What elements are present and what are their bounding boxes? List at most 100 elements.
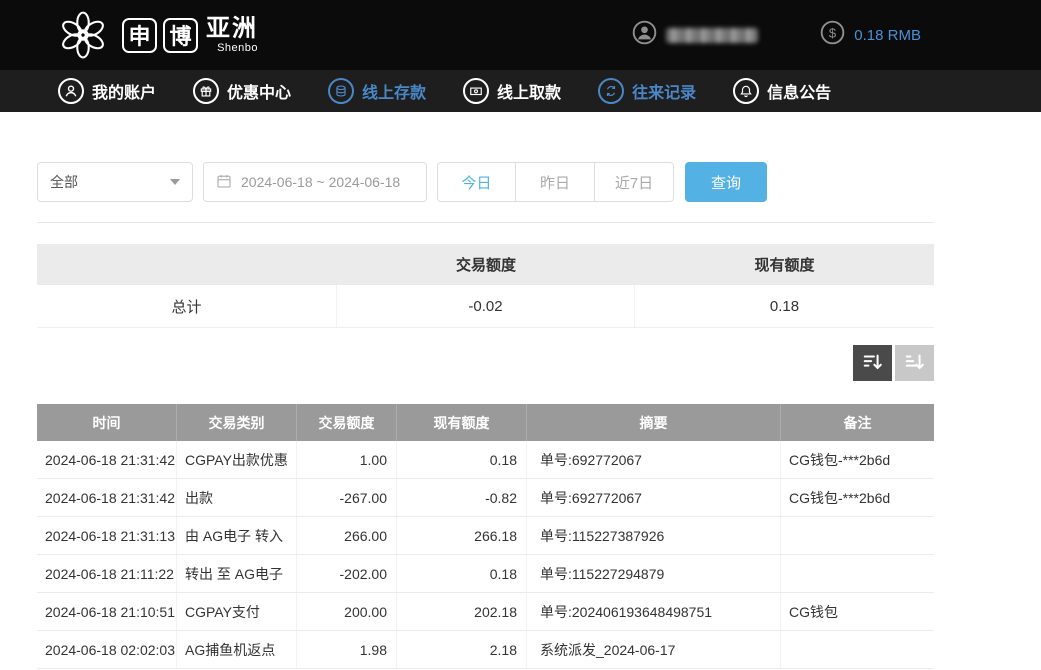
cell-amount: 200.00 (297, 593, 397, 630)
cell-type: 由 AG电子 转入 (177, 517, 297, 554)
cell-summary: 单号:115227294879 (527, 555, 781, 592)
cell-type: CGPAY出款优惠 (177, 441, 297, 478)
cell-amount: 266.00 (297, 517, 397, 554)
summary-table: 交易额度 现有额度 总计 -0.02 0.18 (37, 244, 934, 328)
cell-time: 2024-06-18 21:31:42 (37, 479, 177, 516)
records-table: 时间 交易类别 交易额度 现有额度 摘要 备注 2024-06-18 21:31… (37, 404, 934, 669)
cell-summary: 单号:202406193648498751 (527, 593, 781, 630)
nav-item-transaction-records[interactable]: 往来记录 (598, 78, 696, 104)
table-row: 2024-06-18 21:11:22 转出 至 AG电子 -202.00 0.… (37, 555, 934, 593)
chevron-down-icon (170, 179, 180, 185)
calendar-icon (216, 173, 232, 192)
divider (37, 222, 934, 223)
cell-time: 2024-06-18 21:10:51 (37, 593, 177, 630)
nav-label: 我的账户 (92, 79, 156, 103)
user-avatar-icon (632, 20, 657, 50)
user-account-chip[interactable] (632, 20, 758, 50)
deposit-icon (328, 78, 354, 104)
col-amount: 交易额度 (297, 404, 397, 441)
col-balance: 现有额度 (397, 404, 527, 441)
nav-item-online-deposit[interactable]: 线上存款 (328, 78, 426, 104)
cell-amount: -202.00 (297, 555, 397, 592)
cell-type: 出款 (177, 479, 297, 516)
col-note: 备注 (781, 404, 934, 441)
table-row: 2024-06-18 21:31:42 出款 -267.00 -0.82 单号:… (37, 479, 934, 517)
type-filter-value: 全部 (50, 172, 78, 192)
main-nav: 我的账户 优惠中心 线上存款 线上取款 (0, 70, 1041, 112)
cell-note (781, 517, 934, 554)
cell-summary: 单号:692772067 (527, 441, 781, 478)
col-summary: 摘要 (527, 404, 781, 441)
logo-char-box: 博 (163, 18, 198, 53)
cell-time: 2024-06-18 21:31:42 (37, 441, 177, 478)
table-row: 2024-06-18 21:10:51 CGPAY支付 200.00 202.1… (37, 593, 934, 631)
type-filter-select[interactable]: 全部 (37, 162, 193, 202)
logo-subtitle: Shenbo (206, 42, 258, 54)
quick-range-group: 今日 昨日 近7日 (437, 162, 674, 202)
cell-time: 2024-06-18 21:11:22 (37, 555, 177, 592)
date-range-input[interactable]: 2024-06-18 ~ 2024-06-18 (203, 162, 427, 202)
logo-char-box: 申 (122, 18, 157, 53)
summary-header-row: 交易额度 现有额度 (37, 244, 934, 285)
dollar-icon: $ (820, 20, 845, 50)
table-row: 2024-06-18 21:31:42 CGPAY出款优惠 1.00 0.18 … (37, 441, 934, 479)
cell-balance: 0.18 (397, 555, 527, 592)
balance-text: 0.18 RMB (854, 27, 921, 44)
quick-range-today-button[interactable]: 今日 (437, 162, 516, 202)
filter-bar: 全部 2024-06-18 ~ 2024-06-18 今日 昨日 近7日 查询 (37, 162, 934, 202)
gift-icon (193, 78, 219, 104)
sort-descending-button[interactable] (853, 345, 892, 381)
nav-label: 线上取款 (497, 79, 561, 103)
cell-amount: 1.00 (297, 441, 397, 478)
col-type: 交易类别 (177, 404, 297, 441)
transfer-records-icon (598, 78, 624, 104)
summary-total-current-balance: 0.18 (635, 285, 934, 327)
nav-item-promotions[interactable]: 优惠中心 (193, 78, 291, 104)
records-header-row: 时间 交易类别 交易额度 现有额度 摘要 备注 (37, 404, 934, 441)
nav-item-announcements[interactable]: 信息公告 (733, 78, 831, 104)
cell-balance: 2.18 (397, 631, 527, 668)
logo-flower-icon (58, 10, 108, 60)
nav-label: 优惠中心 (227, 79, 291, 103)
cell-amount: -267.00 (297, 479, 397, 516)
date-range-value: 2024-06-18 ~ 2024-06-18 (241, 174, 400, 190)
sort-descending-icon (862, 351, 884, 376)
nav-label: 信息公告 (767, 79, 831, 103)
cell-amount: 1.98 (297, 631, 397, 668)
cell-note: CG钱包 (781, 593, 934, 630)
table-row: 2024-06-18 02:02:03 AG捕鱼机返点 1.98 2.18 系统… (37, 631, 934, 669)
username-redacted (666, 28, 758, 43)
nav-label: 线上存款 (362, 79, 426, 103)
svg-text:$: $ (829, 25, 837, 40)
summary-total-transaction-amount: -0.02 (337, 285, 635, 327)
cell-balance: 0.18 (397, 441, 527, 478)
cell-balance: 202.18 (397, 593, 527, 630)
cell-note (781, 555, 934, 592)
sort-ascending-icon (904, 351, 926, 376)
quick-range-yesterday-button[interactable]: 昨日 (516, 162, 595, 202)
top-header: 申 博 亚洲 Shenbo $ 0.18 RMB (0, 0, 1041, 70)
cell-note (781, 631, 934, 668)
logo[interactable]: 申 博 亚洲 Shenbo (58, 10, 258, 60)
nav-item-online-withdrawal[interactable]: 线上取款 (463, 78, 561, 104)
col-time: 时间 (37, 404, 177, 441)
summary-total-label: 总计 (37, 285, 337, 327)
summary-col-current-balance: 现有额度 (635, 254, 934, 275)
cell-balance: -0.82 (397, 479, 527, 516)
nav-item-my-account[interactable]: 我的账户 (58, 78, 156, 104)
announcement-bell-icon (733, 78, 759, 104)
cell-summary: 系统派发_2024-06-17 (527, 631, 781, 668)
sort-ascending-button[interactable] (895, 345, 934, 381)
logo-region: 亚洲 Shenbo (206, 16, 258, 53)
logo-region-text: 亚洲 (206, 16, 258, 41)
search-button[interactable]: 查询 (685, 162, 767, 202)
sort-bar (37, 345, 934, 381)
cell-note: CG钱包-***2b6d (781, 441, 934, 478)
nav-label: 往来记录 (632, 79, 696, 103)
quick-range-last7days-button[interactable]: 近7日 (595, 162, 674, 202)
balance-chip: $ 0.18 RMB (820, 20, 921, 50)
cell-summary: 单号:115227387926 (527, 517, 781, 554)
cell-time: 2024-06-18 21:31:13 (37, 517, 177, 554)
cell-type: AG捕鱼机返点 (177, 631, 297, 668)
summary-total-row: 总计 -0.02 0.18 (37, 285, 934, 328)
